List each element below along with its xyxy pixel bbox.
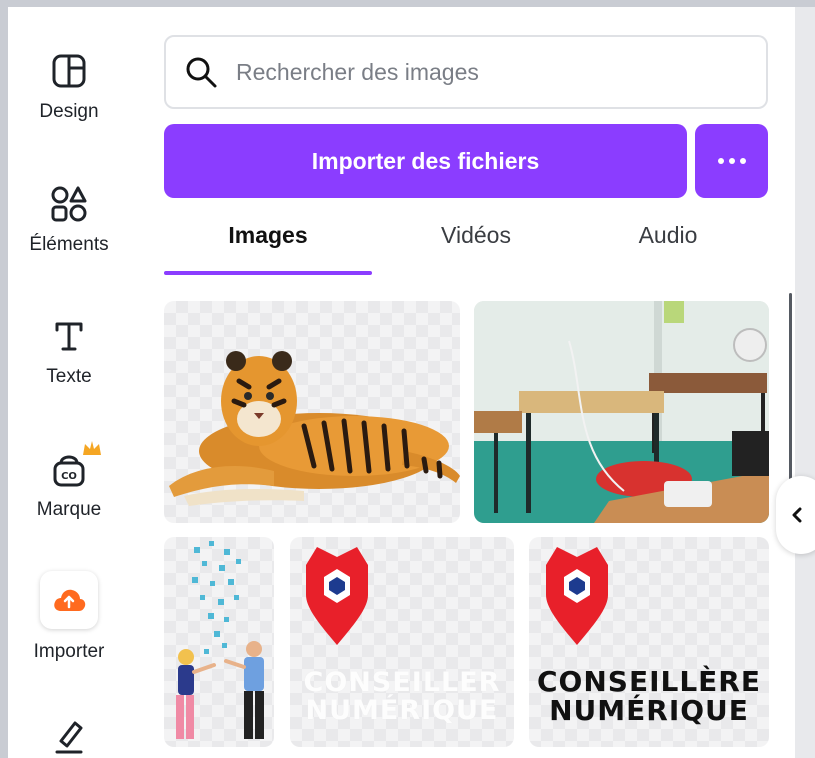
side-rail: Design Éléments Texte CO Marque Importer bbox=[8, 7, 130, 758]
image-thumbnail-people[interactable] bbox=[164, 537, 274, 747]
upload-cloud-icon bbox=[40, 571, 98, 629]
tiger-image bbox=[169, 351, 460, 506]
media-tabs: Images Vidéos Audio bbox=[164, 212, 768, 275]
pen-icon bbox=[49, 717, 89, 757]
svg-text:CO: CO bbox=[61, 471, 77, 482]
search-box[interactable] bbox=[164, 35, 768, 109]
search-icon bbox=[186, 57, 217, 88]
logo-text-dark: CONSEILLÈRE NUMÉRIQUE bbox=[529, 667, 769, 726]
rail-label-text: Texte bbox=[46, 366, 92, 387]
rail-item-design[interactable]: Design bbox=[8, 51, 130, 123]
logo-dark-line1: CONSEILLÈRE bbox=[537, 665, 761, 698]
upload-files-button[interactable]: Importer des fichiers bbox=[164, 124, 687, 198]
rail-label-design: Design bbox=[39, 101, 99, 122]
image-thumbnail-logo-dark[interactable]: CONSEILLÈRE NUMÉRIQUE bbox=[529, 537, 769, 747]
crown-icon bbox=[81, 439, 103, 463]
rail-label-uploads: Importer bbox=[33, 641, 105, 662]
rail-item-uploads[interactable]: Importer bbox=[8, 571, 130, 663]
active-tab-indicator bbox=[164, 271, 372, 275]
scrollbar[interactable] bbox=[789, 293, 792, 483]
text-icon bbox=[49, 316, 89, 356]
collapse-panel-button[interactable] bbox=[776, 476, 815, 554]
rail-item-draw[interactable] bbox=[8, 717, 130, 758]
tab-images[interactable]: Images bbox=[164, 212, 372, 272]
uploads-panel: Design Éléments Texte CO Marque Importer… bbox=[8, 7, 815, 758]
image-thumbnail-tiger[interactable] bbox=[164, 301, 460, 523]
ellipsis-icon bbox=[717, 158, 746, 164]
rail-item-elements[interactable]: Éléments bbox=[8, 184, 130, 256]
layout-icon bbox=[49, 51, 89, 91]
rail-label-brand: Marque bbox=[36, 499, 102, 520]
image-thumbnail-classroom[interactable] bbox=[474, 301, 769, 523]
logo-light-line2: NUMÉRIQUE bbox=[305, 695, 499, 727]
image-thumbnail-logo-light[interactable]: CONSEILLER NUMÉRIQUE bbox=[290, 537, 514, 747]
chevron-left-icon bbox=[792, 507, 802, 523]
classroom-image bbox=[474, 301, 769, 523]
tab-videos[interactable]: Vidéos bbox=[372, 212, 580, 272]
rail-label-elements: Éléments bbox=[29, 234, 109, 255]
search-input[interactable] bbox=[236, 58, 716, 86]
shapes-icon bbox=[49, 184, 89, 224]
more-options-button[interactable] bbox=[695, 124, 768, 198]
tab-audio[interactable]: Audio bbox=[564, 212, 772, 272]
logo-text-light: CONSEILLER NUMÉRIQUE bbox=[290, 667, 514, 727]
rail-item-brand[interactable]: CO Marque bbox=[8, 441, 130, 521]
rail-item-text[interactable]: Texte bbox=[8, 316, 130, 388]
people-illustration bbox=[176, 541, 264, 739]
brand-icon: CO bbox=[49, 441, 101, 489]
editor-edge bbox=[795, 7, 815, 758]
logo-dark-line2: NUMÉRIQUE bbox=[549, 694, 749, 728]
logo-light-line1: CONSEILLER bbox=[303, 667, 501, 698]
